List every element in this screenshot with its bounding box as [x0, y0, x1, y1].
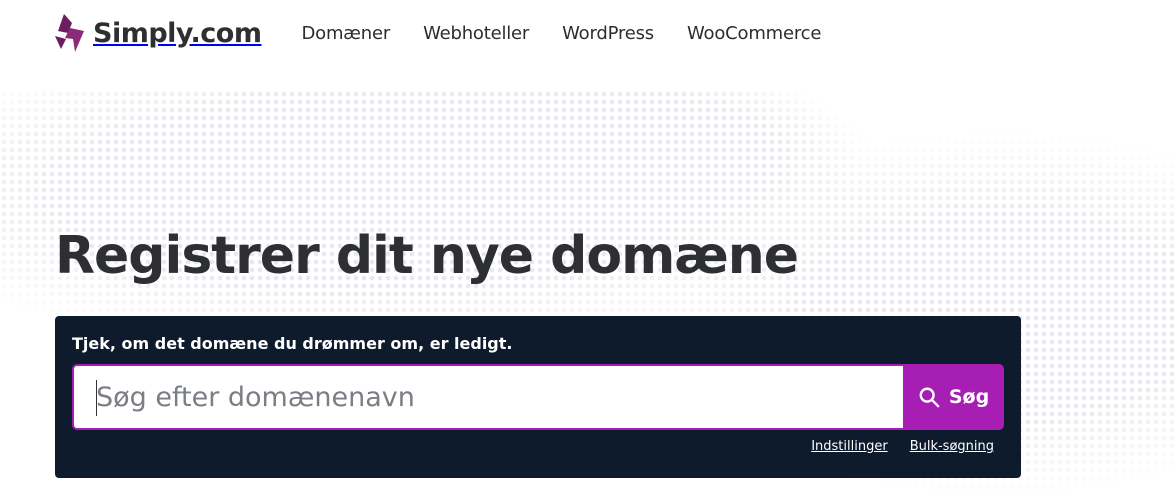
main-nav: Domæner Webhoteller WordPress WooCommerc… [301, 23, 854, 44]
site-header: Simply.com Domæner Webhoteller WordPress… [0, 0, 1176, 66]
nav-item-domaener[interactable]: Domæner [301, 23, 390, 44]
domain-search-panel: Tjek, om det domæne du drømmer om, er le… [55, 316, 1021, 478]
page-title: Registrer dit nye domæne [55, 226, 799, 286]
search-panel-label: Tjek, om det domæne du drømmer om, er le… [72, 334, 513, 353]
brand-logo[interactable]: Simply.com [55, 14, 262, 52]
search-button-label: Søg [948, 386, 990, 408]
bulk-search-link[interactable]: Bulk-søgning [910, 439, 994, 454]
settings-link[interactable]: Indstillinger [811, 439, 887, 454]
brand-name: Simply.com [93, 17, 262, 49]
search-button[interactable]: Søg [903, 364, 1004, 430]
nav-item-woocommerce[interactable]: WooCommerce [687, 23, 821, 44]
text-caret [96, 380, 97, 416]
search-icon [919, 387, 940, 408]
domain-search-input[interactable] [72, 364, 904, 430]
search-options-links: Indstillinger Bulk-søgning [789, 439, 994, 454]
nav-item-webhoteller[interactable]: Webhoteller [423, 23, 529, 44]
nav-item-wordpress[interactable]: WordPress [562, 23, 654, 44]
lightning-bolt-logo-icon [55, 14, 84, 52]
